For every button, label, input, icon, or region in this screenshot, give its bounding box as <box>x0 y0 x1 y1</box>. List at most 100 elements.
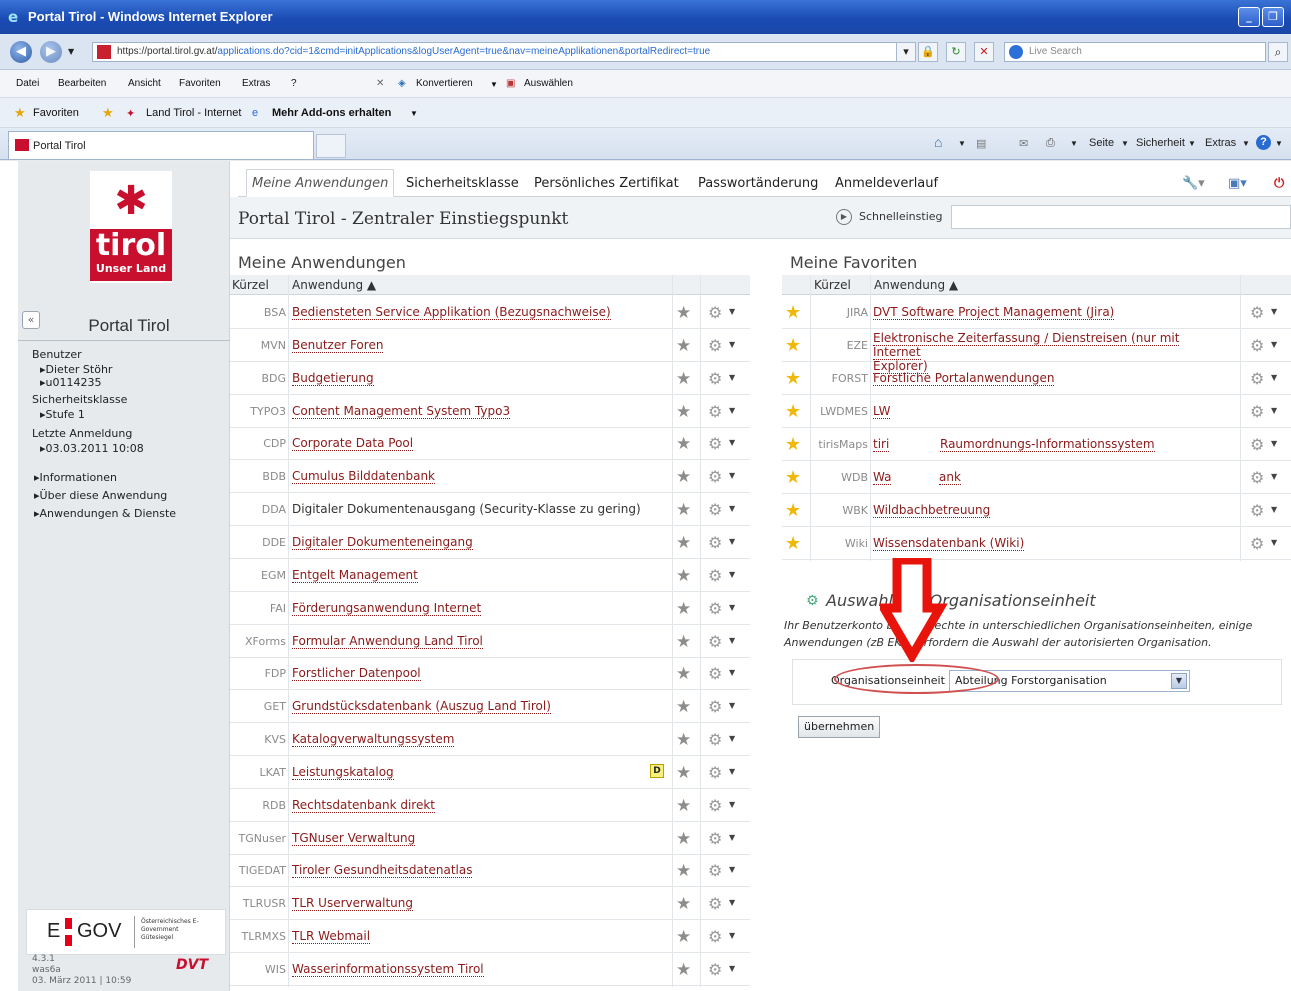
settings-dropdown-icon[interactable]: ▼ <box>729 636 735 645</box>
settings-dropdown-icon[interactable]: ▼ <box>729 504 735 513</box>
restore-button[interactable]: ❐ <box>1262 7 1284 27</box>
favorite-star-icon[interactable]: ★ <box>676 894 691 914</box>
app-link[interactable]: Tiroler Gesundheitsdatenatlas <box>292 863 473 879</box>
sidebar-link-anwendungen-dienste[interactable]: Anwendungen & Dienste <box>34 507 177 520</box>
settings-gear-icon[interactable]: ⚙ <box>708 796 722 815</box>
settings-dropdown-icon[interactable]: ▼ <box>1271 439 1277 448</box>
settings-gear-icon[interactable]: ⚙ <box>1250 468 1264 487</box>
settings-gear-icon[interactable]: ⚙ <box>1250 369 1264 388</box>
settings-gear-icon[interactable]: ⚙ <box>708 664 722 683</box>
help-menu-icon[interactable]: ▣▾ <box>1228 176 1247 191</box>
app-link[interactable]: Cumulus Bilddatenbank <box>292 469 435 485</box>
schnelleinstieg-icon[interactable]: ▶ <box>836 209 852 225</box>
settings-dropdown-icon[interactable]: ▼ <box>729 701 735 710</box>
settings-gear-icon[interactable]: ⚙ <box>708 467 722 486</box>
menu-extras[interactable]: Extras <box>242 78 270 89</box>
favorite-row[interactable]: ★ tirisMaps tiri Raumordnungs-Informationss… <box>782 428 1291 461</box>
seite-dropdown-icon[interactable]: ▼ <box>1121 139 1129 148</box>
settings-gear-icon[interactable]: ⚙ <box>1250 336 1264 355</box>
favorite-star-icon[interactable]: ★ <box>676 960 691 980</box>
settings-gear-icon[interactable]: ⚙ <box>708 434 722 453</box>
app-link[interactable]: Formular Anwendung Land Tirol <box>292 634 483 649</box>
app-link[interactable]: Förderungsanwendung Internet <box>292 601 482 616</box>
favorite-star-icon[interactable]: ★ <box>676 533 691 553</box>
app-link[interactable]: Corporate Data Pool <box>292 436 414 452</box>
app-link[interactable]: Benutzer Foren <box>292 338 384 353</box>
settings-gear-icon[interactable]: ⚙ <box>708 829 722 848</box>
minimize-button[interactable]: _ <box>1238 7 1260 27</box>
convert-dropdown-icon[interactable]: ▼ <box>490 80 498 89</box>
feeds-icon[interactable]: ▤ <box>976 137 986 150</box>
print-dropdown-icon[interactable]: ▼ <box>1070 139 1078 148</box>
favorite-star-icon[interactable]: ★ <box>785 368 801 389</box>
tools-icon[interactable]: 🔧▾ <box>1182 176 1205 191</box>
fav-land-tirol[interactable]: Land Tirol - Internet <box>146 107 241 119</box>
favorite-row[interactable]: ★ WDB Wa ank ⚙ ▼ <box>782 461 1291 494</box>
favorite-star-icon[interactable]: ★ <box>676 664 691 684</box>
col-anwendung[interactable]: Anwendung ▲ <box>292 278 376 292</box>
favorite-row[interactable]: ★ LWDMES LW ⚙ ▼ <box>782 395 1291 428</box>
app-link[interactable]: Entgelt Management <box>292 568 418 583</box>
favorite-link-tail[interactable]: ank <box>939 470 961 485</box>
col-kuerzel[interactable]: Kürzel <box>232 278 269 292</box>
history-dropdown-icon[interactable]: ▼ <box>68 47 74 56</box>
menu-help[interactable]: ? <box>291 78 297 89</box>
select-button[interactable]: Auswählen <box>524 78 573 89</box>
app-link[interactable]: Rechtsdatenbank direkt <box>292 798 436 813</box>
collapse-sidebar-button[interactable]: « <box>22 311 40 329</box>
settings-dropdown-icon[interactable]: ▼ <box>1271 373 1277 382</box>
url-field[interactable]: https://portal.tirol.gv.at/applications.… <box>92 42 912 62</box>
settings-gear-icon[interactable]: ⚙ <box>1250 501 1264 520</box>
favorite-star-icon[interactable]: ★ <box>785 335 801 356</box>
settings-dropdown-icon[interactable]: ▼ <box>729 931 735 940</box>
favorite-star-icon[interactable]: ★ <box>785 302 801 323</box>
settings-gear-icon[interactable]: ⚙ <box>1250 303 1264 322</box>
settings-gear-icon[interactable]: ⚙ <box>708 927 722 946</box>
tab-persoenliches-zertifikat[interactable]: Persönliches Zertifikat <box>534 176 679 191</box>
settings-dropdown-icon[interactable]: ▼ <box>729 734 735 743</box>
menu-datei[interactable]: Datei <box>16 78 39 89</box>
app-link[interactable]: Budgetierung <box>292 371 374 386</box>
favorite-link[interactable]: Wissensdatenbank (Wiki) <box>873 536 1025 551</box>
help-icon[interactable]: ? <box>1256 135 1271 150</box>
settings-dropdown-icon[interactable]: ▼ <box>729 964 735 973</box>
tab-meine-anwendungen[interactable]: Meine Anwendungen <box>252 176 388 191</box>
cmd-sicherheit[interactable]: Sicherheit <box>1136 137 1185 149</box>
app-link[interactable]: Wasserinformationssystem Tirol <box>292 962 484 977</box>
favorite-star-icon[interactable]: ★ <box>676 697 691 717</box>
settings-gear-icon[interactable]: ⚙ <box>708 632 722 651</box>
favorite-star-icon[interactable]: ★ <box>676 632 691 652</box>
stop-icon[interactable]: ✕ <box>974 42 994 62</box>
favorite-row[interactable]: ★ EZE Elektronische Zeiterfassung / Dienst… <box>782 329 1291 374</box>
favorite-link-tail[interactable]: Raumordnungs-Informationssystem <box>940 437 1155 452</box>
favorite-star-icon[interactable]: ★ <box>676 566 691 586</box>
extras-dropdown-icon[interactable]: ▼ <box>1242 139 1250 148</box>
settings-dropdown-icon[interactable]: ▼ <box>1271 307 1277 316</box>
favorite-row[interactable]: ★ FORST Forstliche Portalanwendungen ⚙ ▼ <box>782 362 1291 395</box>
favorite-star-icon[interactable]: ★ <box>676 861 691 881</box>
settings-gear-icon[interactable]: ⚙ <box>708 533 722 552</box>
sidebar-link-ueber[interactable]: Über diese Anwendung <box>34 489 168 502</box>
fav-addons[interactable]: Mehr Add-ons erhalten <box>272 107 391 119</box>
settings-dropdown-icon[interactable]: ▼ <box>1271 406 1277 415</box>
favorite-star-icon[interactable]: ★ <box>676 599 691 619</box>
app-link[interactable]: Grundstücksdatenbank (Auszug Land Tirol) <box>292 699 551 715</box>
fav-col-anwendung[interactable]: Anwendung ▲ <box>874 278 958 292</box>
settings-dropdown-icon[interactable]: ▼ <box>729 865 735 874</box>
app-link[interactable]: TLR Userverwaltung <box>292 896 413 912</box>
favorite-star-icon[interactable]: ★ <box>676 434 691 454</box>
settings-dropdown-icon[interactable]: ▼ <box>729 603 735 612</box>
home-dropdown-icon[interactable]: ▼ <box>958 139 966 148</box>
egov-seal[interactable]: E GOV Österreichisches E-Government Güte… <box>26 909 226 955</box>
settings-dropdown-icon[interactable]: ▼ <box>729 668 735 677</box>
search-input[interactable]: Live Search <box>1004 42 1266 62</box>
search-go-icon[interactable]: ⌕ <box>1268 42 1288 62</box>
select-dropdown-icon[interactable]: ▼ <box>1171 673 1187 689</box>
browser-tab-portal-tirol[interactable]: Portal Tirol <box>8 131 314 159</box>
settings-gear-icon[interactable]: ⚙ <box>708 697 722 716</box>
settings-gear-icon[interactable]: ⚙ <box>1250 402 1264 421</box>
settings-gear-icon[interactable]: ⚙ <box>1250 435 1264 454</box>
settings-dropdown-icon[interactable]: ▼ <box>1271 472 1277 481</box>
settings-gear-icon[interactable]: ⚙ <box>708 566 722 585</box>
settings-dropdown-icon[interactable]: ▼ <box>729 570 735 579</box>
